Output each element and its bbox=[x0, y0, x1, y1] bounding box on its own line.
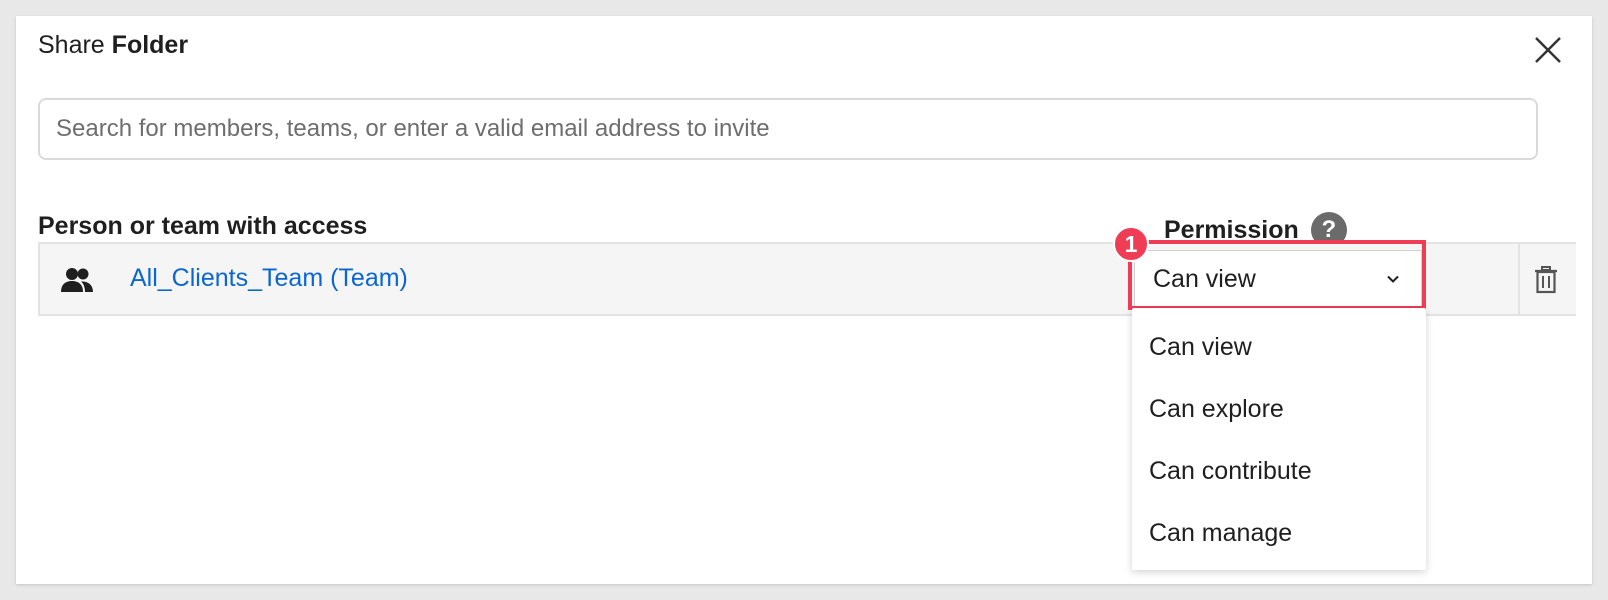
column-header-person: Person or team with access bbox=[38, 212, 368, 240]
permission-dropdown-menu: Can view Can explore Can contribute Can … bbox=[1132, 308, 1426, 570]
dialog-title-prefix: Share bbox=[38, 31, 105, 59]
menu-item-can-view[interactable]: Can view bbox=[1132, 316, 1426, 378]
search-input[interactable] bbox=[38, 98, 1538, 160]
delete-access-button[interactable] bbox=[1532, 264, 1560, 296]
dialog-title-object: Folder bbox=[111, 31, 189, 59]
permission-label: Permission bbox=[1164, 215, 1299, 244]
team-icon bbox=[61, 268, 93, 292]
permission-select[interactable]: Can view bbox=[1134, 250, 1422, 308]
chevron-down-icon bbox=[1387, 275, 1399, 283]
team-name-link[interactable]: All_Clients_Team (Team) bbox=[130, 264, 408, 293]
trash-icon bbox=[1535, 266, 1557, 294]
menu-item-can-explore[interactable]: Can explore bbox=[1132, 378, 1426, 440]
menu-item-can-manage[interactable]: Can manage bbox=[1132, 502, 1426, 564]
permission-selected-value: Can view bbox=[1153, 264, 1256, 293]
share-folder-dialog: Share Folder Person or team with access … bbox=[16, 16, 1592, 584]
row-divider bbox=[1518, 242, 1520, 316]
menu-item-can-contribute[interactable]: Can contribute bbox=[1132, 440, 1426, 502]
close-icon bbox=[1535, 37, 1561, 63]
close-button[interactable] bbox=[1530, 32, 1566, 68]
step-number-badge: 1 bbox=[1113, 226, 1149, 262]
dialog-title: Share Folder bbox=[38, 31, 188, 60]
